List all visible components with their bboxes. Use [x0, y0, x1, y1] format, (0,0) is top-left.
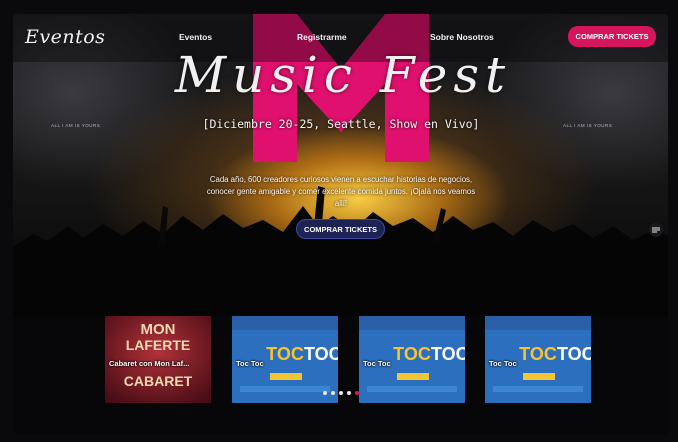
nav-link-registrarme[interactable]: Registrarme — [297, 32, 347, 42]
chat-icon[interactable] — [649, 223, 663, 237]
carousel-dot[interactable] — [347, 391, 351, 395]
event-card-title: Toc Toc — [489, 359, 517, 368]
hero-description: Cada año, 600 creadores curiosos vienen … — [206, 175, 476, 208]
hero-title: Music Fest — [174, 46, 512, 104]
poster-text-line: TOC — [304, 344, 338, 364]
buy-tickets-hero-button[interactable]: COMPRAR TICKETS — [296, 219, 385, 239]
hero-side-text: ALL I AM IS YOURS — [51, 123, 101, 128]
event-card-title: Cabaret con Mon Laf... — [109, 359, 190, 368]
poster-text-line: MON — [141, 321, 176, 338]
event-card-title: Toc Toc — [236, 359, 264, 368]
event-card[interactable]: TOC TOC Toc Toc — [232, 316, 338, 403]
poster-text-line: TOC — [557, 344, 591, 364]
poster-text-line: TOC — [431, 344, 465, 364]
event-card[interactable]: MON LAFERTE CABARET Cabaret con Mon Laf.… — [105, 316, 211, 403]
buy-tickets-nav-button[interactable]: COMPRAR TICKETS — [568, 26, 656, 47]
poster-text-line: CABARET — [124, 373, 193, 389]
event-card[interactable]: TOC TOC Toc Toc — [359, 316, 465, 403]
carousel-dot-active[interactable] — [355, 391, 359, 395]
poster-text-line: TOC — [266, 344, 304, 364]
event-card-title: Toc Toc — [363, 359, 391, 368]
events-carousel: MON LAFERTE CABARET Cabaret con Mon Laf.… — [105, 316, 591, 404]
browser-viewport: Eventos Eventos Registrarme Sobre Nosotr… — [13, 14, 668, 434]
nav-link-eventos[interactable]: Eventos — [179, 32, 212, 42]
carousel-dot[interactable] — [331, 391, 335, 395]
poster-text-line: TOC — [393, 344, 431, 364]
site-logo[interactable]: Eventos — [25, 26, 105, 48]
carousel-dot[interactable] — [323, 391, 327, 395]
hero-subtitle: [Diciembre 20-25, Seattle, Show en Vivo] — [202, 117, 480, 131]
hero-section: Eventos Eventos Registrarme Sobre Nosotr… — [13, 14, 668, 316]
hero-side-text-right: ALL I AM IS YOURS — [563, 123, 613, 128]
event-card[interactable]: TOC TOC Toc Toc — [485, 316, 591, 403]
carousel-dot[interactable] — [339, 391, 343, 395]
poster-text-line: TOC — [519, 344, 557, 364]
poster-text-line: LAFERTE — [126, 337, 191, 353]
nav-link-sobre-nosotros[interactable]: Sobre Nosotros — [430, 32, 494, 42]
